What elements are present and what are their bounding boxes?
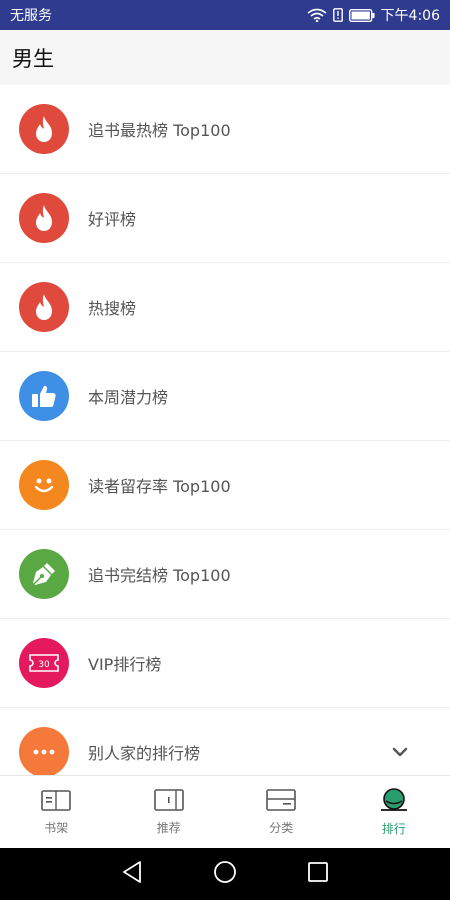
status-bar: 无服务 下午4:06 bbox=[0, 0, 450, 30]
recommend-icon bbox=[153, 788, 184, 815]
ranking-icon bbox=[379, 787, 409, 816]
ranking-item-hot-search[interactable]: 热搜榜 bbox=[0, 263, 450, 352]
more-dots-icon bbox=[19, 727, 69, 775]
ranking-item-potential[interactable]: 本周潜力榜 bbox=[0, 352, 450, 441]
ranking-item-label: 读者留存率 Top100 bbox=[88, 477, 231, 496]
ranking-item-others[interactable]: 别人家的排行榜 bbox=[0, 708, 450, 775]
category-icon bbox=[266, 788, 297, 815]
flame-icon bbox=[19, 282, 69, 332]
ranking-item-completed[interactable]: 追书完结榜 Top100 bbox=[0, 530, 450, 619]
ranking-item-retention[interactable]: 读者留存率 Top100 bbox=[0, 441, 450, 530]
ranking-item-label: 本周潜力榜 bbox=[88, 388, 169, 407]
ranking-item-label: 好评榜 bbox=[88, 210, 137, 229]
flame-icon bbox=[19, 193, 69, 243]
bottom-tab-bar: 书架 推荐 分类 排行 bbox=[0, 775, 450, 848]
tab-label: 分类 bbox=[269, 820, 294, 835]
ranking-item-praise[interactable]: 好评榜 bbox=[0, 174, 450, 263]
status-icons: 下午4:06 bbox=[307, 5, 440, 25]
ranking-item-label: 热搜榜 bbox=[88, 299, 137, 318]
ranking-list: 追书最热榜 Top100 好评榜 热搜榜 本周潜力榜 读者留存率 Top100 … bbox=[0, 85, 450, 775]
system-nav-bar bbox=[0, 848, 450, 900]
tab-label: 书架 bbox=[44, 820, 69, 835]
ranking-item-label: VIP排行榜 bbox=[88, 655, 162, 674]
flame-icon bbox=[19, 104, 69, 154]
ticket-icon: 30 bbox=[19, 638, 69, 688]
ranking-item-hottest[interactable]: 追书最热榜 Top100 bbox=[0, 85, 450, 174]
thumbs-up-icon bbox=[19, 371, 69, 421]
ranking-item-label: 别人家的排行榜 bbox=[88, 744, 201, 763]
smiley-icon bbox=[19, 460, 69, 510]
tab-ranking[interactable]: 排行 bbox=[338, 776, 450, 848]
tab-bookshelf[interactable]: 书架 bbox=[0, 776, 113, 848]
pen-nib-icon bbox=[19, 549, 69, 599]
ranking-item-label: 追书最热榜 Top100 bbox=[88, 121, 231, 140]
ranking-item-label: 追书完结榜 Top100 bbox=[88, 566, 231, 585]
ranking-item-vip[interactable]: 30 VIP排行榜 bbox=[0, 619, 450, 708]
page-title: 男生 bbox=[12, 46, 54, 71]
clock-text: 下午4:06 bbox=[380, 8, 440, 24]
recents-icon[interactable] bbox=[307, 861, 329, 887]
back-icon[interactable] bbox=[121, 860, 143, 888]
chevron-down-icon[interactable] bbox=[392, 742, 408, 761]
tab-label: 排行 bbox=[381, 821, 406, 836]
home-icon[interactable] bbox=[213, 860, 237, 888]
tab-category[interactable]: 分类 bbox=[225, 776, 338, 848]
ticket-badge-text: 30 bbox=[38, 660, 50, 670]
battery-icon bbox=[348, 8, 375, 22]
tab-label: 推荐 bbox=[156, 820, 181, 835]
sim-alert-icon bbox=[332, 8, 343, 22]
page-header: 男生 bbox=[0, 30, 450, 85]
bookshelf-icon bbox=[41, 789, 72, 815]
wifi-icon bbox=[307, 8, 327, 22]
tab-recommend[interactable]: 推荐 bbox=[113, 776, 226, 848]
carrier-text: 无服务 bbox=[10, 8, 52, 24]
